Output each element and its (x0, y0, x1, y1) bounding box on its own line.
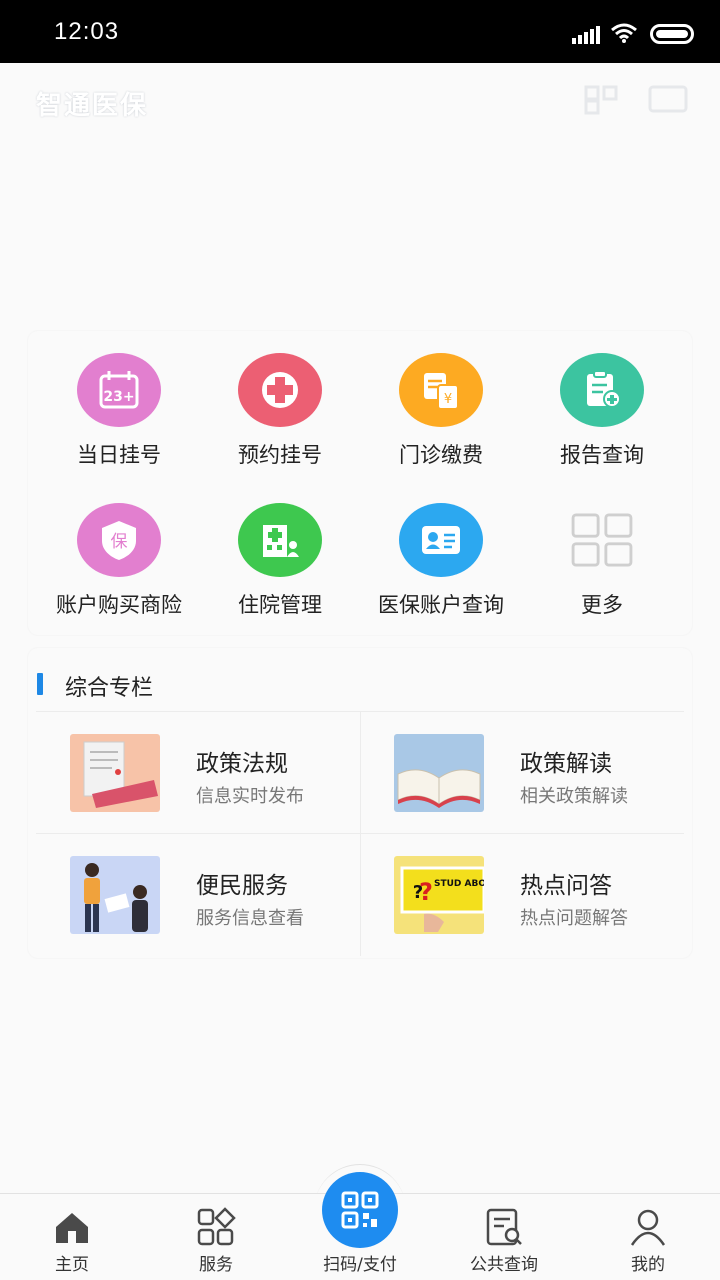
services-grid-icon (197, 1207, 236, 1246)
topic-subtitle: 热点问题解答 (520, 908, 628, 929)
section-accent-bar (37, 673, 43, 695)
status-bar: 12:03 (0, 0, 720, 63)
service-label: 医保账户查询 (378, 593, 504, 617)
svg-text:?: ? (413, 882, 423, 903)
user-icon (630, 1209, 666, 1246)
service-inpatient-management[interactable]: 住院管理 (197, 481, 363, 621)
topic-title: 政策解读 (520, 751, 612, 777)
services-grid: 23+ 当日挂号 预约挂号 ¥ 门诊缴费 报告查询 保 账户购买商险 住院管理 (28, 331, 692, 635)
question-sign-image: ?? STUD ABO (394, 856, 484, 934)
service-label: 门诊缴费 (399, 443, 483, 467)
open-book-image (394, 734, 484, 812)
tab-label: 主页 (55, 1255, 89, 1275)
service-label: 住院管理 (238, 593, 322, 617)
service-medical-account-query[interactable]: 医保账户查询 (358, 481, 524, 621)
topic-subtitle: 服务信息查看 (196, 908, 304, 929)
svg-text:保: 保 (111, 532, 128, 552)
topic-hot-qa[interactable]: ?? STUD ABO 热点问答 热点问题解答 (360, 834, 684, 956)
thumb-text: STUD ABO (434, 879, 484, 889)
section-title: 综合专栏 (65, 676, 154, 701)
tab-services[interactable]: 服务 (144, 1194, 288, 1280)
scan-header-icon[interactable] (582, 83, 634, 115)
scan-pay-button[interactable] (322, 1172, 398, 1248)
tab-label: 我的 (631, 1255, 665, 1275)
service-label: 账户购买商险 (56, 593, 182, 617)
tab-mine[interactable]: 我的 (576, 1194, 720, 1280)
insurance-shield-icon: 保 (77, 503, 161, 577)
calendar-icon: 23+ (77, 353, 161, 427)
topic-public-services[interactable]: 便民服务 服务信息查看 (36, 834, 360, 956)
message-icon[interactable] (644, 83, 696, 115)
service-label: 预约挂号 (238, 443, 322, 467)
service-label: 当日挂号 (77, 443, 161, 467)
tab-label: 扫码/支付 (323, 1255, 397, 1275)
service-outpatient-payment[interactable]: ¥ 门诊缴费 (358, 331, 524, 471)
service-same-day-registration[interactable]: 23+ 当日挂号 (36, 331, 202, 471)
signal-icon (572, 24, 602, 44)
tab-label: 服务 (199, 1255, 233, 1275)
qr-code-icon (341, 1191, 379, 1229)
topic-subtitle: 相关政策解读 (520, 786, 628, 807)
service-buy-commercial-insurance[interactable]: 保 账户购买商险 (36, 481, 202, 621)
people-service-image (70, 856, 160, 934)
wifi-icon (611, 23, 637, 43)
tab-home[interactable]: 主页 (0, 1194, 144, 1280)
tab-public-query[interactable]: 公共查询 (432, 1194, 576, 1280)
status-time: 12:03 (54, 18, 120, 45)
service-label: 报告查询 (560, 443, 644, 467)
svg-text:¥: ¥ (444, 392, 452, 407)
medical-cross-icon (238, 353, 322, 427)
id-card-icon (399, 503, 483, 577)
svg-text:23+: 23+ (103, 389, 134, 405)
featured-section: 综合专栏 政策法规 信息实时发布 政策解读 相关政策解读 便民服务 服务信息查看… (28, 648, 692, 958)
topic-policy-regulations[interactable]: 政策法规 信息实时发布 (36, 712, 360, 834)
service-appointment-registration[interactable]: 预约挂号 (197, 331, 363, 471)
grid-more-icon (560, 503, 644, 577)
topic-title: 政策法规 (196, 751, 288, 777)
app-title: 智通医保 (36, 91, 149, 121)
topic-title: 便民服务 (196, 873, 288, 899)
service-more[interactable]: 更多 (519, 481, 685, 621)
home-icon (56, 1213, 88, 1243)
report-icon (560, 353, 644, 427)
hospital-icon (238, 503, 322, 577)
policy-document-image (70, 734, 160, 812)
service-label: 更多 (581, 593, 623, 617)
topic-subtitle: 信息实时发布 (196, 786, 304, 807)
app-header: 智通医保 (0, 63, 720, 133)
tab-label: 公共查询 (470, 1255, 538, 1275)
search-document-icon (486, 1208, 522, 1246)
bill-payment-icon: ¥ (399, 353, 483, 427)
battery-icon (650, 24, 694, 44)
service-report-query[interactable]: 报告查询 (519, 331, 685, 471)
banner-area[interactable] (0, 133, 720, 328)
topic-title: 热点问答 (520, 873, 612, 899)
topic-policy-interpretation[interactable]: 政策解读 相关政策解读 (360, 712, 684, 834)
